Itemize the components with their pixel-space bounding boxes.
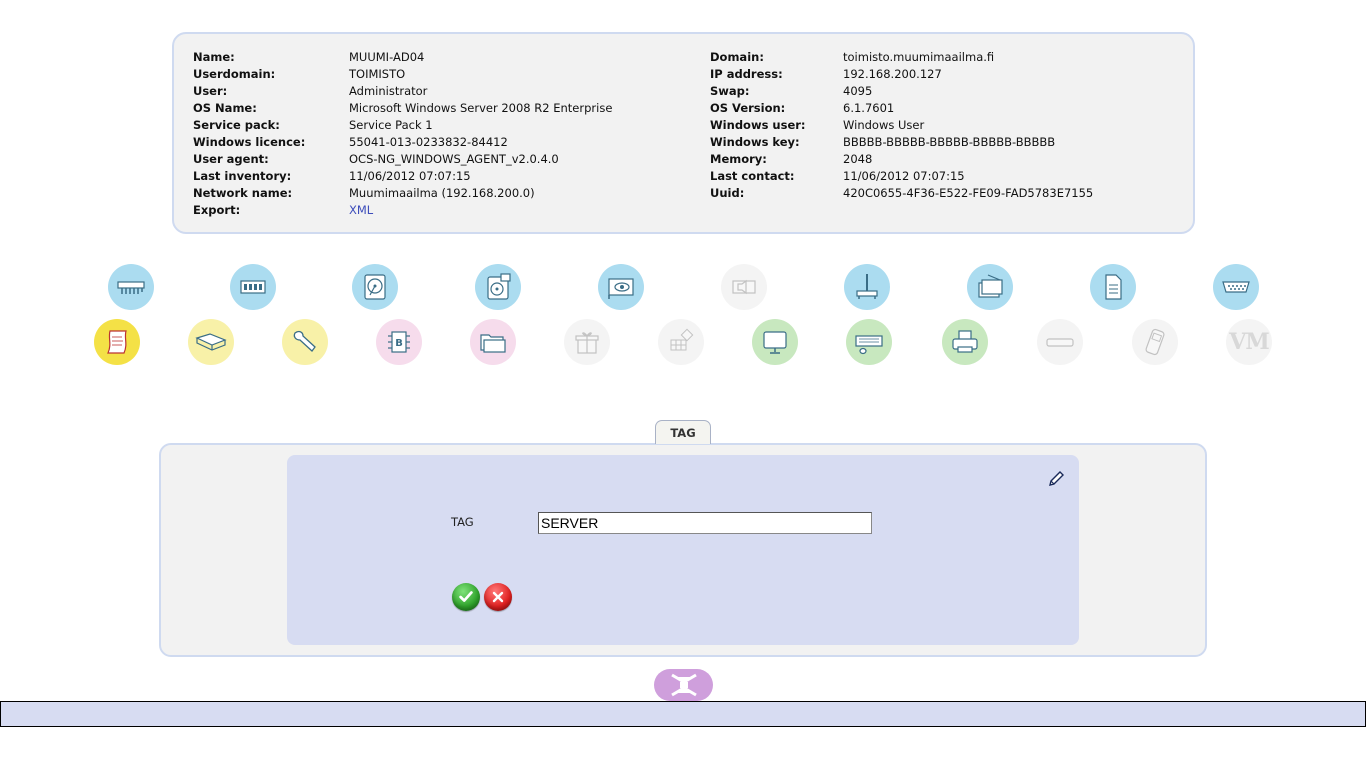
info-row-windows-licence: Windows licence: 55041-013-0233832-84412 [193,134,693,151]
confirm-button[interactable] [452,583,480,611]
info-row-swap: Swap: 4095 [710,83,1170,100]
info-value: BBBBB-BBBBB-BBBBB-BBBBB-BBBBB [843,135,1056,149]
info-label: Service pack: [193,118,280,132]
export-xml-link[interactable]: XML [349,202,373,219]
info-row-domain: Domain: toimisto.muumimaailma.fi [710,49,1170,66]
info-value: TOIMISTO [349,67,406,81]
info-row-service-pack: Service pack: Service Pack 1 [193,117,693,134]
memory-icon[interactable] [230,264,276,310]
tag-field-label: TAG [451,515,474,529]
info-value: 6.1.7601 [843,101,895,115]
info-value: 11/06/2012 07:07:15 [843,169,965,183]
cancel-button[interactable] [484,583,512,611]
video-card-icon[interactable] [598,264,644,310]
info-row-export: Export: XML [193,202,693,219]
info-label: User: [193,84,228,98]
info-row-windows-key: Windows key: BBBBB-BBBBB-BBBBB-BBBBB-BBB… [710,134,1170,151]
printer-icon[interactable] [942,319,988,365]
info-label: Swap: [710,84,750,98]
info-value: Muumimaailma (192.168.200.0) [349,186,535,200]
info-label: Name: [193,50,235,64]
info-label: OS Name: [193,101,257,115]
software-icon[interactable] [94,319,140,365]
info-label: IP address: [710,67,783,81]
info-label: Memory: [710,152,767,166]
checkmark-icon [459,591,473,602]
info-value: 4095 [843,84,873,98]
bios-icon[interactable]: B [376,319,422,365]
tools-icon[interactable] [282,319,328,365]
sound-icon[interactable] [721,264,767,310]
info-row-os-name: OS Name: Microsoft Windows Server 2008 R… [193,100,693,117]
drive-icon[interactable] [475,264,521,310]
info-row-windows-user: Windows user: Windows User [710,117,1170,134]
virtual-machine-icon[interactable]: VM [1226,319,1272,365]
info-label: Last contact: [710,169,795,183]
info-label: Domain: [710,50,764,64]
info-row-memory: Memory: 2048 [710,151,1170,168]
packages-icon[interactable] [564,319,610,365]
folders-icon[interactable] [470,319,516,365]
info-row-user: User: Administrator [193,83,693,100]
modems-icon[interactable] [1037,319,1083,365]
info-row-name: Name: MUUMI-AD04 [193,49,693,66]
info-value: toimisto.muumimaailma.fi [843,50,995,64]
info-row-network-name: Network name: Muumimaailma (192.168.200.… [193,185,693,202]
info-value: 192.168.200.127 [843,67,942,81]
info-label: Network name: [193,186,293,200]
info-label: Windows key: [710,135,800,149]
footer-bar [0,701,1366,727]
info-value: Administrator [349,84,428,98]
info-label: Last inventory: [193,169,292,183]
ports-icon[interactable] [1213,264,1259,310]
input-devices-icon[interactable] [846,319,892,365]
info-label: Uuid: [710,186,745,200]
info-row-uuid: Uuid: 420C0655-4F36-E522-FE09-FAD5783E71… [710,185,1170,202]
info-value: 2048 [843,152,873,166]
info-value: Windows User [843,118,925,132]
info-row-last-contact: Last contact: 11/06/2012 07:07:15 [710,168,1170,185]
mobile-icon[interactable] [1132,319,1178,365]
svg-text:B: B [395,338,403,349]
tag-input[interactable] [538,512,872,534]
monitor-icon[interactable] [752,319,798,365]
info-value: 11/06/2012 07:07:15 [349,169,471,183]
info-row-last-inventory: Last inventory: 11/06/2012 07:07:15 [193,168,693,185]
info-row-user-agent: User agent: OCS-NG_WINDOWS_AGENT_v2.0.4.… [193,151,693,168]
vm-label: VM [1229,329,1269,355]
pencil-icon[interactable] [1045,468,1067,490]
tag-form-panel [287,455,1079,645]
info-row-os-version: OS Version: 6.1.7601 [710,100,1170,117]
hard-disk-icon[interactable] [352,264,398,310]
info-row-userdomain: Userdomain: TOIMISTO [193,66,693,83]
info-value: Microsoft Windows Server 2008 R2 Enterpr… [349,101,613,115]
info-label: Userdomain: [193,67,276,81]
network-icon[interactable] [844,264,890,310]
info-value: MUUMI-AD04 [349,50,425,64]
info-value: Service Pack 1 [349,118,433,132]
info-label: Windows user: [710,118,806,132]
info-value: 55041-013-0233832-84412 [349,135,508,149]
ram-slots-icon[interactable] [108,264,154,310]
groups-icon[interactable] [658,319,704,365]
up-down-arrows-icon [670,673,697,697]
documentation-icon[interactable] [188,319,234,365]
expand-collapse-button[interactable] [654,669,713,701]
tab-tag[interactable]: TAG [655,420,711,444]
info-label: Windows licence: [193,135,306,149]
controllers-icon[interactable] [967,264,1013,310]
info-label: User agent: [193,152,269,166]
info-label: OS Version: [710,101,786,115]
info-row-ip-address: IP address: 192.168.200.127 [710,66,1170,83]
registry-icon[interactable] [1090,264,1136,310]
info-value: 420C0655-4F36-E522-FE09-FAD5783E7155 [843,186,1094,200]
info-label: Export: [193,203,241,217]
close-icon [492,591,504,603]
info-value: OCS-NG_WINDOWS_AGENT_v2.0.4.0 [349,152,559,166]
